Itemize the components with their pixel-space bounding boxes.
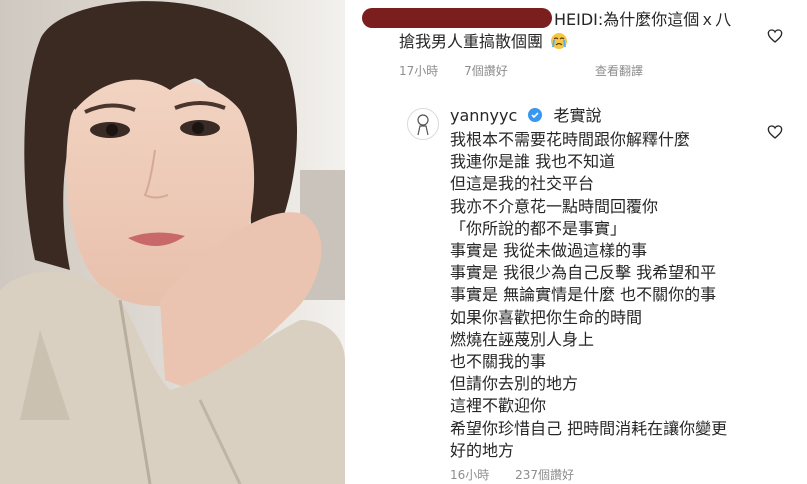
profile-photo xyxy=(0,0,345,484)
verified-badge-icon xyxy=(528,108,543,122)
comment2-line: 好的地方 xyxy=(450,441,515,460)
like-heart-icon[interactable] xyxy=(767,124,783,140)
comment2-line: 事實是 我很少為自己反擊 我希望和平 xyxy=(450,263,717,283)
comment2-line: 但這是我的社交平台 xyxy=(450,174,595,194)
comment2-time: 16小時 xyxy=(450,468,490,482)
comment2-line: 事實是 無論實情是什麼 也不關你的事 xyxy=(450,285,717,305)
portrait-image xyxy=(0,0,345,484)
comment2-line: 這裡不歡迎你 xyxy=(450,396,547,416)
comment2-line: 我連你是誰 我也不知道 xyxy=(450,152,616,172)
comment2-line: 我根本不需要花時間跟你解釋什麼 xyxy=(450,130,691,149)
comment2-meta: 16小時 237個讚好 xyxy=(450,466,596,483)
like-heart-icon[interactable] xyxy=(767,28,783,44)
comment2-line: 但請你去別的地方 xyxy=(450,374,579,394)
comment1-text-line2: 搶我男人重搞散個團 xyxy=(399,31,568,53)
comment2-line: 希望你珍惜自己 把時間消耗在讓你變更 xyxy=(450,419,728,438)
redacted-username xyxy=(362,8,552,28)
comment2-line: 燃燒在誣蔑別人身上 xyxy=(450,329,595,349)
comment1-likes[interactable]: 7個讚好 xyxy=(464,64,508,78)
comment1-time: 17小時 xyxy=(399,64,439,78)
divider xyxy=(345,0,353,484)
comment2-line: 「你所說的都不是事實」 xyxy=(450,218,627,238)
comment1-line2-text: 搶我男人重搞散個團 xyxy=(399,32,544,51)
see-translation-link[interactable]: 查看翻譯 xyxy=(595,62,643,79)
comment1-meta: 17小時 7個讚好 xyxy=(399,62,530,79)
comment2-likes[interactable]: 237個讚好 xyxy=(515,468,574,482)
comment2-line: 如果你喜歡把你生命的時間 xyxy=(450,307,643,327)
comment2-header: yannyyc 老實說 xyxy=(450,105,602,127)
comment2-first-text: 老實說 xyxy=(553,106,602,125)
username-link[interactable]: yannyyc xyxy=(450,106,517,125)
comment1-text-line1: HEIDI:為什麼你這個ｘ八 xyxy=(554,10,732,29)
comment2-line: 事實是 我從未做過這樣的事 xyxy=(450,241,648,260)
avatar-drawing-icon xyxy=(417,114,429,136)
avatar[interactable] xyxy=(407,108,439,140)
comment2-line: 也不關我的事 xyxy=(450,352,547,371)
crying-face-emoji xyxy=(550,32,568,50)
comment2-line: 我亦不介意花一點時間回覆你 xyxy=(450,196,659,216)
